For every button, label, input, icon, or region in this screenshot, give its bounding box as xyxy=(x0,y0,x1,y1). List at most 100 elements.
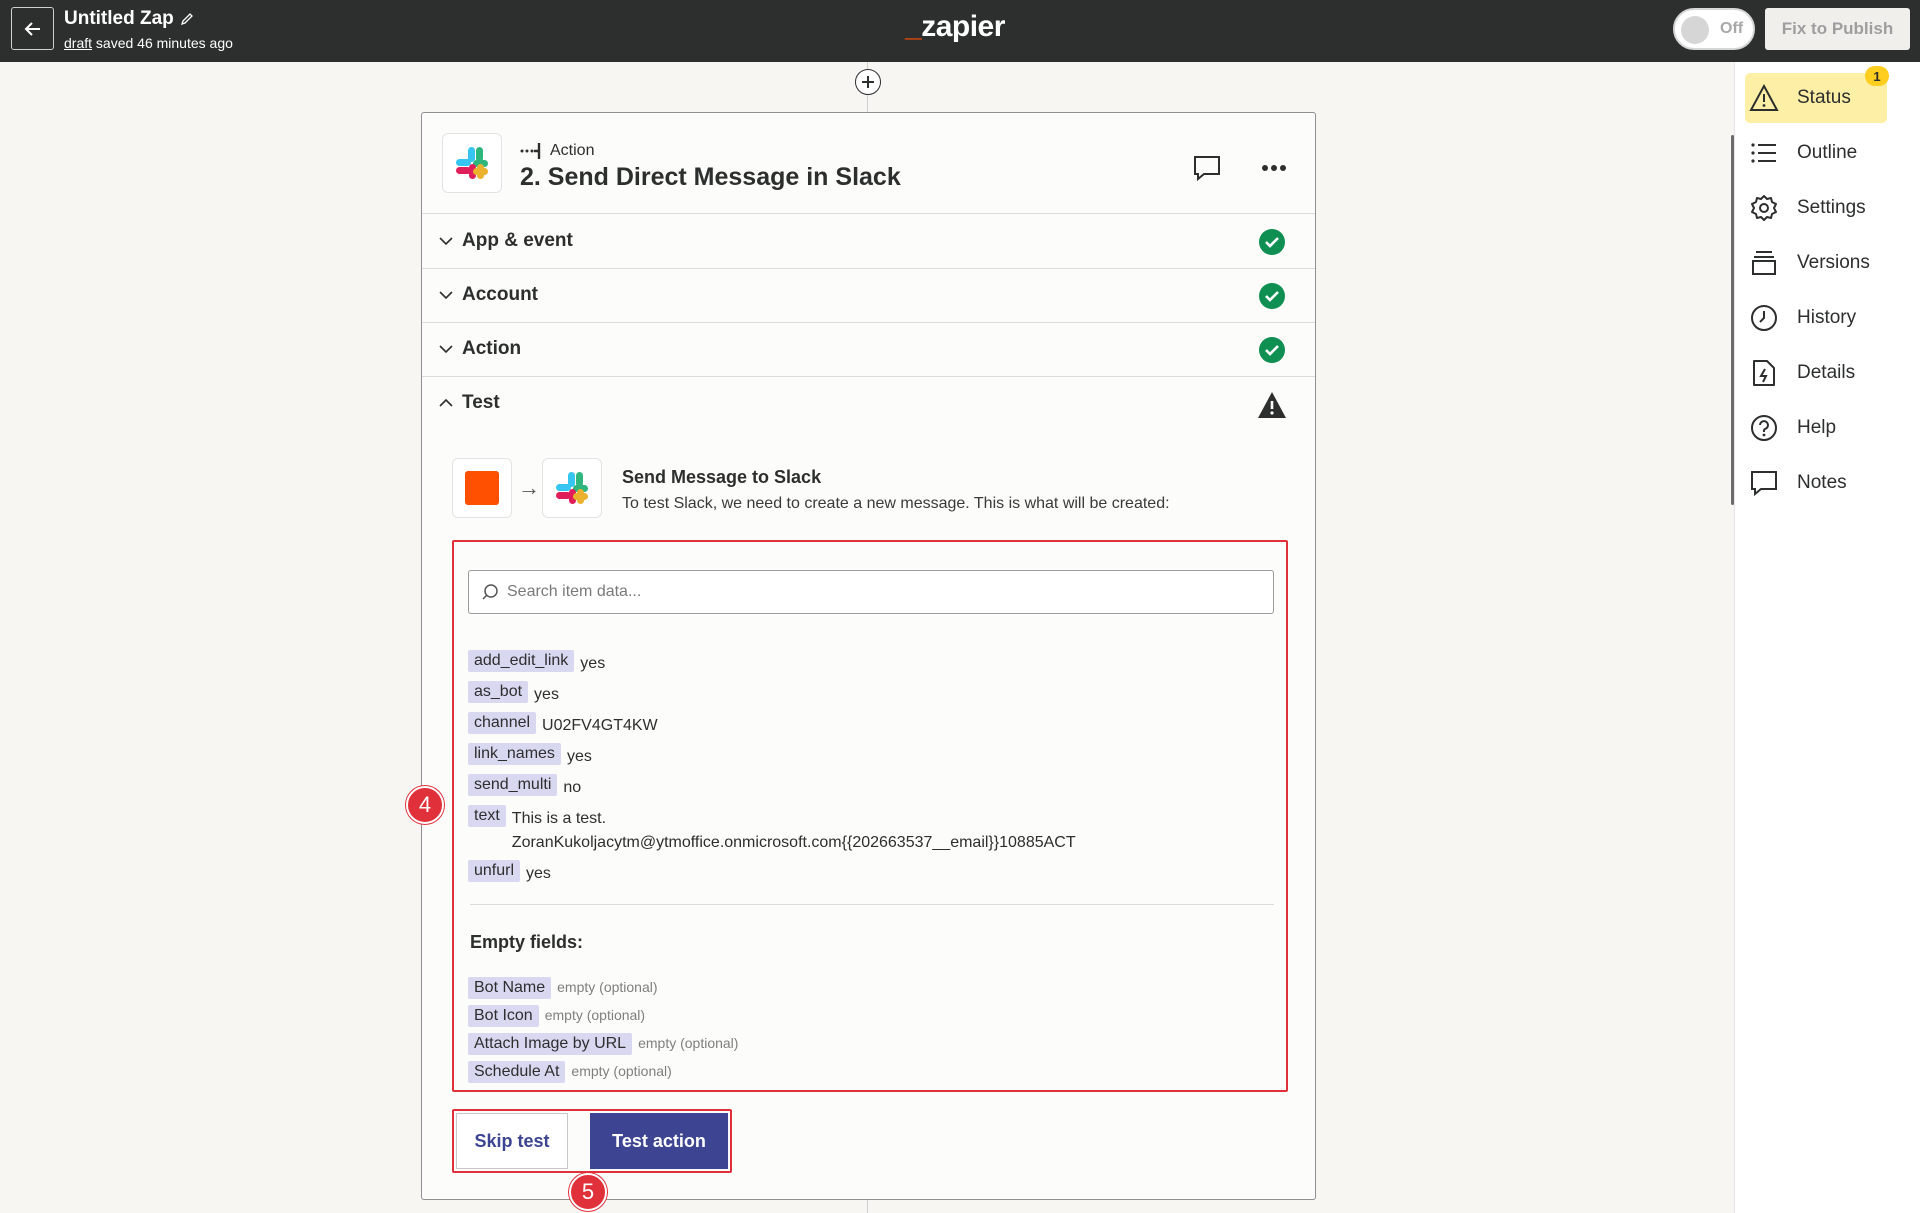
empty-field-row: Attach Image by URL empty (optional) xyxy=(468,1033,1274,1056)
step-header: Action 2. Send Direct Message in Slack xyxy=(422,113,1315,214)
pencil-icon[interactable] xyxy=(180,12,194,26)
section-test[interactable]: Test xyxy=(422,377,1315,431)
warning-icon xyxy=(1258,392,1286,418)
section-label: Test xyxy=(462,392,500,413)
field-row: as_bot yes xyxy=(468,681,1274,707)
field-key: send_multi xyxy=(468,774,558,796)
sidebar-scrollbar[interactable] xyxy=(1731,135,1734,505)
slack-icon xyxy=(556,472,588,504)
field-value: This is a test. ZoranKukoljacytm@ytmoffi… xyxy=(512,805,1076,855)
field-list: add_edit_link yes as_bot yes channel U02… xyxy=(468,650,1274,891)
field-value: yes xyxy=(580,655,606,672)
slack-icon xyxy=(456,147,488,179)
test-title: Send Message to Slack xyxy=(622,467,822,487)
sidebar-item-label: History xyxy=(1797,307,1857,328)
step-title[interactable]: 2. Send Direct Message in Slack xyxy=(520,163,901,192)
field-key: channel xyxy=(468,712,537,734)
empty-fields-heading: Empty fields: xyxy=(470,932,584,952)
ellipsis-icon xyxy=(1262,165,1286,171)
publish-button[interactable]: Fix to Publish xyxy=(1765,8,1910,50)
field-value-line1: This is a test. xyxy=(511,810,607,827)
chevron-down-icon xyxy=(439,345,453,354)
slack-app-icon xyxy=(442,133,502,193)
skip-test-button[interactable]: Skip test xyxy=(456,1113,568,1169)
status-badge: 1 xyxy=(1865,66,1889,86)
field-value: U02FV4GT4KW xyxy=(542,717,658,734)
back-button[interactable] xyxy=(11,7,54,50)
field-key: link_names xyxy=(468,743,561,765)
field-value: empty (optional) xyxy=(638,1035,739,1051)
field-key: Schedule At xyxy=(468,1061,566,1083)
save-status: draft saved 46 minutes ago xyxy=(64,35,233,51)
zapier-logo[interactable]: _zapier xyxy=(905,10,1005,44)
check-circle-icon xyxy=(1259,337,1285,363)
more-options-button[interactable] xyxy=(1254,153,1294,183)
warning-icon xyxy=(1749,83,1779,113)
sidebar-item-label: Versions xyxy=(1797,252,1870,273)
empty-field-row: Schedule At empty (optional) xyxy=(468,1061,1274,1084)
sidebar-item-label: Outline xyxy=(1797,142,1858,163)
toggle-knob xyxy=(1681,16,1709,44)
search-field[interactable] xyxy=(468,570,1274,614)
section-account[interactable]: Account xyxy=(422,269,1315,323)
field-row: unfurl yes xyxy=(468,860,1274,886)
chevron-down-icon xyxy=(439,291,453,300)
sidebar-item-history[interactable]: History xyxy=(1745,293,1887,343)
field-value: no xyxy=(563,779,582,796)
test-buttons-group: Skip test Test action xyxy=(452,1109,732,1173)
draft-link[interactable]: draft xyxy=(64,35,92,51)
search-input[interactable] xyxy=(507,583,1267,601)
step-marker-4: 4 xyxy=(406,786,444,824)
field-value: empty (optional) xyxy=(557,979,658,995)
test-data-panel: add_edit_link yes as_bot yes channel U02… xyxy=(452,540,1288,1092)
sidebar-item-label: Status xyxy=(1797,87,1851,108)
search-icon xyxy=(482,584,498,600)
section-label: App & event xyxy=(462,230,573,251)
check-circle-icon xyxy=(1259,229,1285,255)
section-action[interactable]: Action xyxy=(422,323,1315,377)
step-kind: Action xyxy=(520,141,594,161)
trigger-app-icon xyxy=(452,458,512,518)
versions-icon xyxy=(1749,248,1779,278)
zap-toggle[interactable]: Off xyxy=(1673,8,1755,50)
sidebar-item-notes[interactable]: Notes xyxy=(1745,458,1887,508)
field-value: empty (optional) xyxy=(544,1007,646,1023)
right-sidebar xyxy=(1734,62,1920,1213)
field-key: Bot Name xyxy=(468,977,552,999)
zap-title[interactable]: Untitled Zap xyxy=(64,8,194,30)
sidebar-item-outline[interactable]: Outline xyxy=(1745,128,1887,178)
empty-field-row: Bot Icon empty (optional) xyxy=(468,1005,1274,1028)
step-marker-5: 5 xyxy=(569,1173,607,1211)
field-key: Bot Icon xyxy=(468,1005,539,1027)
field-row: link_names yes xyxy=(468,743,1274,769)
sidebar-item-settings[interactable]: Settings xyxy=(1745,183,1887,233)
field-key: Attach Image by URL xyxy=(468,1033,633,1055)
comment-button[interactable] xyxy=(1192,153,1222,183)
field-value: empty (optional) xyxy=(571,1063,672,1079)
field-row: text This is a test. ZoranKukoljacytm@yt… xyxy=(468,805,1274,855)
sidebar-item-versions[interactable]: Versions xyxy=(1745,238,1887,288)
slack-app-icon-small xyxy=(542,458,602,518)
empty-field-row: Bot Name empty (optional) xyxy=(468,977,1274,1000)
empty-field-list: Bot Name empty (optional) Bot Icon empty… xyxy=(468,977,1274,1089)
field-key: text xyxy=(468,805,506,827)
sidebar-item-label: Settings xyxy=(1797,197,1866,218)
note-icon xyxy=(1749,468,1779,498)
sidebar-item-label: Notes xyxy=(1797,472,1847,493)
field-value-line2: ZoranKukoljacytm@ytmoffice.onmicrosoft.c… xyxy=(511,834,1076,851)
field-row: send_multi no xyxy=(468,774,1274,800)
test-action-button[interactable]: Test action xyxy=(590,1113,728,1169)
field-value: yes xyxy=(566,748,592,765)
clock-icon xyxy=(1749,303,1779,333)
zap-title-text: Untitled Zap xyxy=(64,8,174,29)
comment-icon xyxy=(1194,156,1220,182)
action-step-icon xyxy=(520,143,541,159)
field-row: channel U02FV4GT4KW xyxy=(468,712,1274,738)
section-label: Account xyxy=(462,284,538,305)
sidebar-item-details[interactable]: Details xyxy=(1745,348,1887,398)
add-step-button[interactable] xyxy=(855,69,881,95)
arrow-right-icon: → xyxy=(518,475,540,500)
sidebar-item-help[interactable]: Help xyxy=(1745,403,1887,453)
field-value: yes xyxy=(534,686,559,703)
section-app-event[interactable]: App & event xyxy=(422,215,1315,269)
